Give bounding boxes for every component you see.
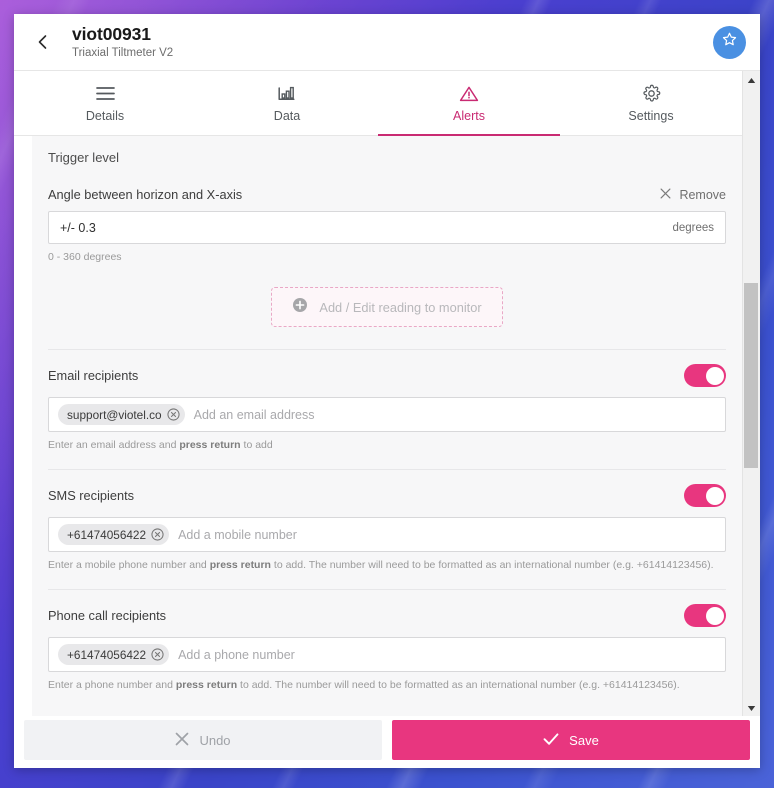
chip-remove-icon[interactable] — [167, 408, 180, 421]
chip-remove-icon[interactable] — [151, 528, 164, 541]
plus-circle-icon — [292, 297, 308, 318]
toggle-knob — [705, 366, 724, 385]
email-recipients-header: Email recipients — [48, 364, 726, 387]
phone-helper-prefix: Enter a phone number and — [48, 679, 176, 691]
trigger-helper-text: 0 - 360 degrees — [48, 251, 122, 263]
email-recipients-block: Email recipients support@viotel.co Add a… — [48, 349, 726, 451]
phone-recipients-title: Phone call recipients — [48, 608, 167, 623]
tab-alerts[interactable]: Alerts — [378, 71, 560, 136]
tab-data[interactable]: Data — [196, 71, 378, 135]
phone-recipients-toggle[interactable] — [684, 604, 726, 627]
app-body: Details Data Alerts Settings Trigger lev… — [14, 70, 760, 716]
email-chips-field[interactable]: support@viotel.co Add an email address — [48, 397, 726, 432]
close-x-icon — [175, 732, 189, 749]
close-x-icon — [660, 188, 671, 202]
chip-remove-icon[interactable] — [151, 648, 164, 661]
scroll-up-button[interactable] — [743, 71, 760, 88]
phone-chips-field[interactable]: +61474056422 Add a phone number — [48, 637, 726, 672]
chevron-up-icon — [747, 71, 756, 89]
add-reading-row: Add / Edit reading to monitor — [48, 263, 726, 349]
email-recipients-title: Email recipients — [48, 368, 139, 383]
sms-helper-suffix: to add. The number will need to be forma… — [270, 559, 714, 571]
gear-icon — [642, 84, 661, 104]
undo-label: Undo — [199, 732, 231, 748]
tab-details[interactable]: Details — [14, 71, 196, 135]
check-icon — [543, 732, 559, 749]
sms-recipients-header: SMS recipients — [48, 484, 726, 507]
back-button[interactable] — [26, 25, 60, 59]
toggle-knob — [705, 486, 724, 505]
trigger-value-input[interactable]: +/- 0.3 degrees — [48, 211, 726, 244]
remove-reading-button[interactable]: Remove — [660, 188, 726, 202]
sms-input-placeholder[interactable]: Add a mobile number — [178, 528, 716, 542]
tab-data-label: Data — [273, 108, 301, 123]
sms-recipients-title: SMS recipients — [48, 488, 135, 503]
scrollbar-thumb[interactable] — [744, 283, 758, 468]
phone-chip-label: +61474056422 — [67, 647, 147, 662]
phone-helper-text: Enter a phone number and press return to… — [48, 679, 726, 691]
tab-alerts-label: Alerts — [453, 108, 485, 123]
app-main: Details Data Alerts Settings Trigger lev… — [14, 71, 742, 716]
scroll-down-button[interactable] — [743, 699, 760, 716]
sms-recipients-block: SMS recipients +61474056422 Add a mobile… — [48, 469, 726, 571]
app-header: viot00931 Triaxial Tiltmeter V2 — [14, 14, 760, 70]
vertical-scrollbar[interactable] — [742, 71, 760, 716]
action-bar: Undo Save — [14, 716, 760, 768]
trigger-unit-label: degrees — [672, 221, 714, 234]
sms-chips-field[interactable]: +61474056422 Add a mobile number — [48, 517, 726, 552]
list-icon — [95, 84, 115, 104]
favorite-button[interactable] — [713, 25, 746, 59]
phone-recipients-header: Phone call recipients — [48, 604, 726, 627]
app-window: viot00931 Triaxial Tiltmeter V2 Details … — [14, 14, 760, 768]
email-chip-label: support@viotel.co — [67, 407, 162, 422]
sms-helper-bold: press return — [209, 559, 271, 571]
add-edit-reading-label: Add / Edit reading to monitor — [319, 299, 482, 315]
reading-header-row: Angle between horizon and X-axis Remove — [48, 187, 726, 202]
tab-settings-label: Settings — [628, 108, 674, 123]
alerts-content: Trigger level Angle between horizon and … — [32, 136, 742, 716]
chevron-left-icon — [35, 34, 51, 50]
trigger-level-label: Trigger level — [48, 150, 120, 165]
trigger-value-text: +/- 0.3 — [60, 220, 96, 235]
email-chip: support@viotel.co — [58, 404, 185, 425]
sms-chip-label: +61474056422 — [67, 527, 147, 542]
sms-helper-text: Enter a mobile phone number and press re… — [48, 559, 726, 571]
tab-settings[interactable]: Settings — [560, 71, 742, 135]
reading-title: Angle between horizon and X-axis — [48, 187, 243, 202]
email-helper-suffix: to add — [240, 439, 273, 451]
toggle-knob — [705, 606, 724, 625]
save-button[interactable]: Save — [392, 720, 750, 760]
content-left-gutter — [14, 136, 32, 716]
phone-chip: +61474056422 — [58, 644, 170, 665]
phone-helper-suffix: to add. The number will need to be forma… — [237, 679, 680, 691]
remove-label: Remove — [679, 188, 726, 202]
email-helper-prefix: Enter an email address and — [48, 439, 180, 451]
chevron-down-icon — [747, 699, 756, 717]
email-helper-text: Enter an email address and press return … — [48, 439, 726, 451]
content-scroll-region: Trigger level Angle between horizon and … — [14, 136, 742, 716]
sms-recipients-toggle[interactable] — [684, 484, 726, 507]
sms-helper-prefix: Enter a mobile phone number and — [48, 559, 210, 571]
scrollbar-track[interactable] — [743, 88, 760, 699]
header-title-group: viot00931 Triaxial Tiltmeter V2 — [72, 24, 713, 61]
add-edit-reading-button[interactable]: Add / Edit reading to monitor — [271, 287, 503, 327]
star-icon — [721, 31, 738, 53]
undo-button[interactable]: Undo — [24, 720, 382, 760]
save-label: Save — [569, 732, 599, 748]
bar-chart-icon — [277, 84, 297, 104]
tab-bar: Details Data Alerts Settings — [14, 71, 742, 136]
page-title: viot00931 — [72, 23, 151, 44]
email-helper-bold: press return — [179, 439, 241, 451]
email-input-placeholder[interactable]: Add an email address — [194, 408, 716, 422]
phone-input-placeholder[interactable]: Add a phone number — [178, 648, 716, 662]
page-subtitle: Triaxial Tiltmeter V2 — [72, 46, 174, 59]
sms-chip: +61474056422 — [58, 524, 170, 545]
email-recipients-toggle[interactable] — [684, 364, 726, 387]
phone-recipients-block: Phone call recipients +61474056422 Add a… — [48, 589, 726, 691]
tab-details-label: Details — [85, 108, 125, 123]
warning-triangle-icon — [459, 84, 479, 104]
phone-helper-bold: press return — [175, 679, 238, 691]
